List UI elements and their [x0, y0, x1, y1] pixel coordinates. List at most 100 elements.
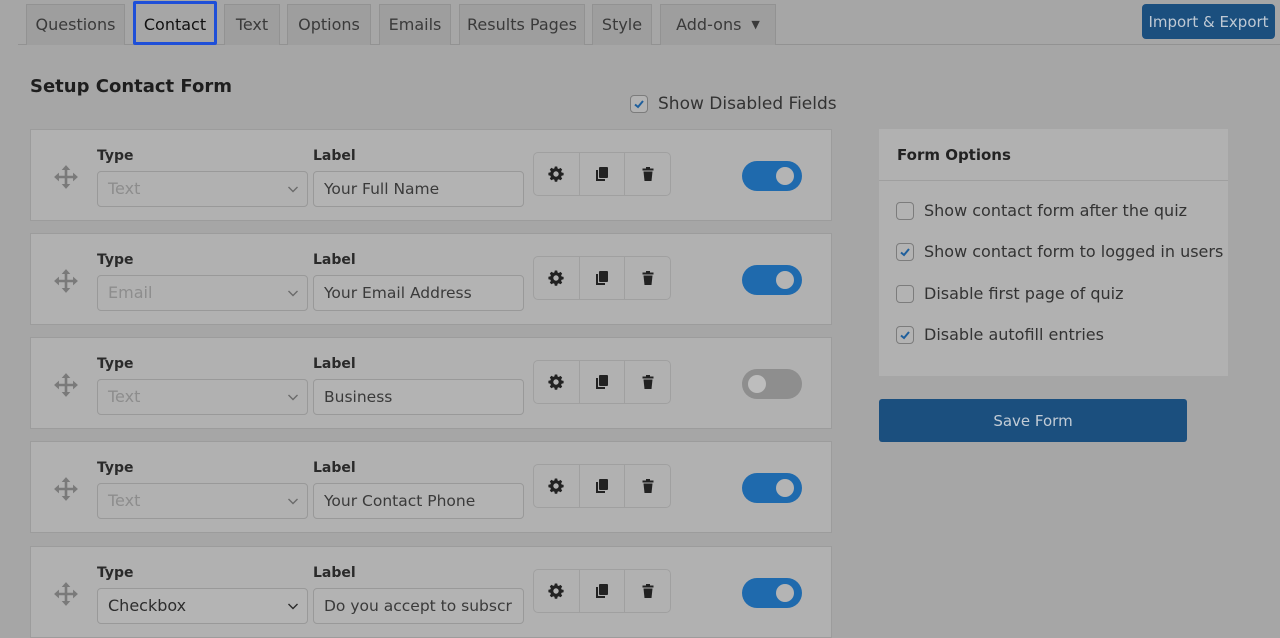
form-option-label: Show contact form after the quiz — [924, 201, 1188, 220]
field-label-input[interactable] — [313, 275, 524, 311]
drag-handle-move-icon[interactable] — [53, 372, 79, 398]
form-option-checkbox[interactable] — [896, 242, 914, 261]
form-option-checkbox[interactable] — [896, 325, 914, 344]
check-icon — [634, 100, 644, 109]
field-type-value: Text — [108, 491, 141, 510]
field-type-select[interactable]: Text — [97, 379, 308, 415]
field-settings-button[interactable] — [534, 570, 580, 612]
field-settings-button[interactable] — [534, 153, 580, 195]
field-enabled-toggle[interactable] — [742, 473, 802, 503]
drag-handle-move-icon[interactable] — [53, 164, 79, 190]
form-option-item[interactable]: Disable autofill entries — [896, 325, 1104, 344]
tab-emails[interactable]: Emails — [379, 4, 451, 45]
field-duplicate-button[interactable] — [580, 257, 626, 299]
field-actions-group — [533, 256, 671, 300]
field-duplicate-button[interactable] — [580, 361, 626, 403]
check-icon — [900, 330, 910, 339]
field-enabled-toggle[interactable] — [742, 369, 802, 399]
field-actions-group — [533, 360, 671, 404]
gear-icon — [548, 270, 564, 286]
field-duplicate-button[interactable] — [580, 570, 626, 612]
field-enabled-toggle[interactable] — [742, 161, 802, 191]
field-duplicate-button[interactable] — [580, 465, 626, 507]
form-option-item[interactable]: Show contact form after the quiz — [896, 201, 1187, 220]
gear-icon — [548, 374, 564, 390]
type-heading: Type — [97, 252, 134, 268]
field-delete-button[interactable] — [625, 153, 670, 195]
label-heading: Label — [313, 148, 356, 164]
type-heading: Type — [97, 565, 134, 581]
label-heading: Label — [313, 565, 356, 581]
tab-contact[interactable]: Contact — [133, 1, 217, 45]
field-enabled-toggle[interactable] — [742, 578, 802, 608]
drag-handle-move-icon[interactable] — [53, 581, 79, 607]
form-option-item[interactable]: Disable first page of quiz — [896, 284, 1123, 303]
field-delete-button[interactable] — [625, 257, 670, 299]
tab-label: Add-ons — [676, 15, 742, 34]
tab-style[interactable]: Style — [592, 4, 652, 45]
form-option-item[interactable]: Show contact form to logged in users — [896, 242, 1223, 261]
show-disabled-fields-toggle[interactable]: Show Disabled Fields — [630, 94, 837, 114]
show-disabled-label: Show Disabled Fields — [658, 94, 837, 114]
field-type-select[interactable]: Checkbox — [97, 588, 308, 624]
field-type-value: Checkbox — [108, 596, 187, 615]
tab-label: Questions — [35, 15, 116, 34]
tab-text[interactable]: Text — [224, 4, 280, 45]
field-delete-button[interactable] — [625, 361, 670, 403]
import-export-button[interactable]: Import & Export — [1142, 4, 1275, 39]
field-settings-button[interactable] — [534, 361, 580, 403]
dropdown-caret-icon: ▼ — [751, 18, 760, 31]
copy-icon — [596, 167, 608, 181]
field-duplicate-button[interactable] — [580, 153, 626, 195]
tab-options[interactable]: Options — [287, 4, 371, 45]
form-option-label: Disable first page of quiz — [924, 284, 1124, 303]
field-label-input[interactable] — [313, 171, 524, 207]
field-type-select[interactable]: Email — [97, 275, 308, 311]
tab-label: Style — [601, 15, 643, 34]
copy-icon — [596, 584, 608, 598]
field-label-input[interactable] — [313, 588, 524, 624]
field-actions-group — [533, 464, 671, 508]
form-option-checkbox[interactable] — [896, 284, 914, 303]
form-option-label: Show contact form to logged in users — [924, 242, 1224, 261]
form-option-checkbox[interactable] — [896, 201, 914, 220]
tab-label: Text — [235, 15, 269, 34]
gear-icon — [548, 478, 564, 494]
form-options-title: Form Options — [879, 129, 1228, 181]
trash-icon — [642, 167, 654, 181]
copy-icon — [596, 375, 608, 389]
tab-label: Emails — [388, 15, 442, 34]
tab-questions[interactable]: Questions — [26, 4, 125, 45]
contact-field-row: Type Label Checkbox — [30, 546, 832, 638]
field-enabled-toggle[interactable] — [742, 265, 802, 295]
toggle-knob — [776, 167, 794, 185]
gear-icon — [548, 166, 564, 182]
trash-icon — [642, 271, 654, 285]
chevron-down-icon — [288, 290, 298, 297]
form-options-panel: Form Options Show contact form after the… — [879, 129, 1228, 376]
field-label-input[interactable] — [313, 379, 524, 415]
field-delete-button[interactable] — [625, 465, 670, 507]
field-settings-button[interactable] — [534, 465, 580, 507]
chevron-down-icon — [288, 603, 298, 610]
tab-add-ons[interactable]: Add-ons ▼ — [660, 4, 776, 45]
drag-handle-move-icon[interactable] — [53, 268, 79, 294]
show-disabled-checkbox[interactable] — [630, 95, 648, 113]
toggle-knob — [776, 479, 794, 497]
toggle-knob — [748, 375, 766, 393]
field-type-value: Text — [108, 179, 141, 198]
field-label-input[interactable] — [313, 483, 524, 519]
tab-label: Options — [298, 15, 360, 34]
field-actions-group — [533, 152, 671, 196]
save-form-button[interactable]: Save Form — [879, 399, 1187, 442]
trash-icon — [642, 479, 654, 493]
check-icon — [900, 247, 910, 256]
field-delete-button[interactable] — [625, 570, 670, 612]
toggle-knob — [776, 271, 794, 289]
field-settings-button[interactable] — [534, 257, 580, 299]
tab-results-pages[interactable]: Results Pages — [459, 4, 585, 45]
tab-label: Results Pages — [467, 15, 577, 34]
field-type-select[interactable]: Text — [97, 483, 308, 519]
drag-handle-move-icon[interactable] — [53, 476, 79, 502]
field-type-select[interactable]: Text — [97, 171, 308, 207]
